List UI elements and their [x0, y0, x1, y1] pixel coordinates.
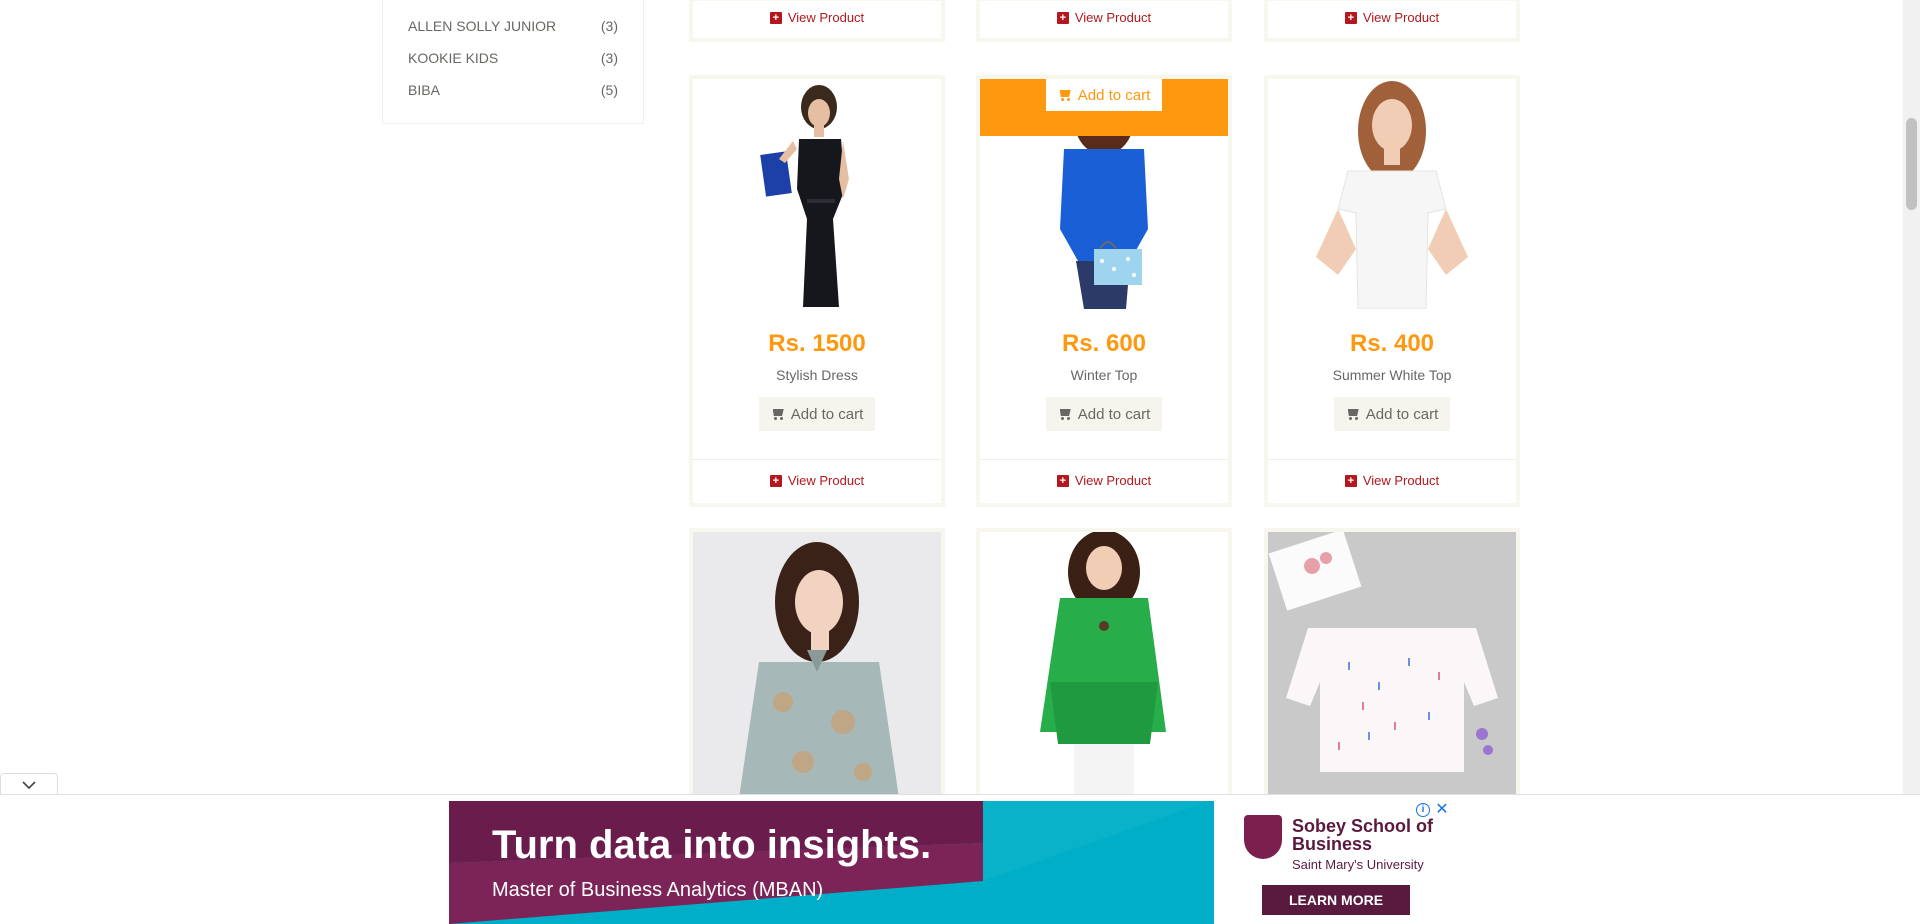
ad-logo-panel: Sobey School of Business Saint Mary's Un… — [1214, 801, 1454, 924]
view-product-link[interactable]: + View Product — [693, 459, 941, 501]
add-to-cart-button[interactable]: Add to cart — [1334, 397, 1450, 431]
ad-collapse-toggle[interactable] — [0, 773, 58, 795]
product-card-winter-top: Add to cart Rs. 600 Winter Top Add to ca… — [976, 75, 1232, 507]
brand-item-biba[interactable]: BIBA (5) — [408, 82, 618, 102]
university-crest-icon — [1244, 815, 1282, 859]
brand-count: (5) — [600, 82, 618, 98]
product-card-previous-2: + View Product — [976, 0, 1232, 42]
overlay-add-to-cart-button[interactable]: Add to cart — [1046, 79, 1162, 111]
product-price: Rs. 1500 — [768, 330, 866, 357]
view-product-label: View Product — [1074, 473, 1152, 488]
ad-headline: Turn data into insights. — [492, 823, 932, 867]
ad-subline: Master of Business Analytics (MBAN) — [492, 879, 824, 901]
shopping-cart-icon — [1346, 408, 1360, 420]
add-to-cart-label: Add to cart — [1077, 86, 1151, 104]
add-to-cart-label: Add to cart — [1077, 405, 1151, 423]
view-product-link[interactable]: + View Product — [1268, 0, 1516, 38]
brand-name: KOOKIE KIDS — [408, 50, 499, 66]
plus-square-icon: + — [769, 474, 782, 487]
brand-item-allen-solly-junior[interactable]: ALLEN SOLLY JUNIOR (3) — [408, 18, 618, 38]
plus-square-icon: + — [1056, 11, 1069, 24]
brand-name: BIBA — [408, 82, 440, 98]
view-product-link[interactable]: + View Product — [1268, 459, 1516, 501]
product-overlay: Add to cart — [980, 79, 1228, 136]
view-product-label: View Product — [1362, 473, 1440, 488]
shopping-cart-icon — [1058, 408, 1072, 420]
product-card-stylish-dress: Rs. 1500 Stylish Dress Add to cart + Vie… — [689, 75, 945, 507]
view-product-label: View Product — [1074, 10, 1152, 25]
product-image[interactable] — [1268, 532, 1516, 798]
product-card-green-top — [976, 528, 1232, 798]
view-product-link[interactable]: + View Product — [980, 459, 1228, 501]
brand-count: (3) — [600, 18, 618, 34]
shopping-cart-icon — [771, 408, 785, 420]
view-product-label: View Product — [1362, 10, 1440, 25]
add-to-cart-button[interactable]: Add to cart — [1046, 397, 1162, 431]
ad-banner[interactable]: Turn data into insights. Master of Busin… — [449, 801, 1454, 924]
view-product-link[interactable]: + View Product — [980, 0, 1228, 38]
scrollbar-thumb[interactable] — [1906, 118, 1917, 210]
add-to-cart-label: Add to cart — [1365, 405, 1439, 423]
view-product-label: View Product — [787, 10, 865, 25]
brand-name: ALLEN SOLLY JUNIOR — [408, 18, 557, 34]
plus-square-icon: + — [1344, 474, 1357, 487]
product-name: Winter Top — [1070, 367, 1138, 383]
brand-item-kookie-kids[interactable]: KOOKIE KIDS (3) — [408, 50, 618, 70]
product-name: Summer White Top — [1332, 367, 1452, 383]
view-product-link[interactable]: + View Product — [693, 0, 941, 38]
brands-panel: ALLEN SOLLY JUNIOR (3) KOOKIE KIDS (3) B… — [382, 0, 644, 124]
product-image[interactable] — [980, 532, 1228, 798]
product-card-summer-white-top: Rs. 400 Summer White Top Add to cart + V… — [1264, 75, 1520, 507]
product-card-floral-blouse — [689, 528, 945, 798]
product-card-previous-1: + View Product — [689, 0, 945, 42]
product-card-previous-3: + View Product — [1264, 0, 1520, 42]
product-price: Rs. 600 — [1061, 330, 1147, 357]
page: ALLEN SOLLY JUNIOR (3) KOOKIE KIDS (3) B… — [0, 0, 1920, 924]
add-to-cart-button[interactable]: Add to cart — [759, 397, 875, 431]
product-name: Stylish Dress — [776, 367, 858, 383]
brand-count: (3) — [600, 50, 618, 66]
product-price: Rs. 400 — [1349, 330, 1435, 357]
add-to-cart-label: Add to cart — [790, 405, 864, 423]
chevron-down-icon — [22, 780, 36, 789]
plus-square-icon: + — [769, 11, 782, 24]
plus-square-icon: + — [1344, 11, 1357, 24]
ad-university-name: Saint Mary's University — [1292, 857, 1424, 872]
page-scrollbar[interactable] — [1903, 0, 1920, 794]
shopping-cart-icon — [1058, 89, 1072, 101]
ad-close-icon[interactable]: ✕ — [1434, 802, 1450, 818]
product-image[interactable] — [1268, 79, 1516, 309]
ad-brand-name: Sobey School of Business — [1292, 816, 1434, 854]
view-product-label: View Product — [787, 473, 865, 488]
ad-info-icon[interactable]: i — [1416, 803, 1430, 817]
plus-square-icon: + — [1056, 474, 1069, 487]
product-image[interactable] — [693, 532, 941, 798]
ad-learn-more-button[interactable]: LEARN MORE — [1262, 885, 1410, 915]
product-image[interactable] — [693, 79, 941, 309]
product-card-kids-top — [1264, 528, 1520, 798]
